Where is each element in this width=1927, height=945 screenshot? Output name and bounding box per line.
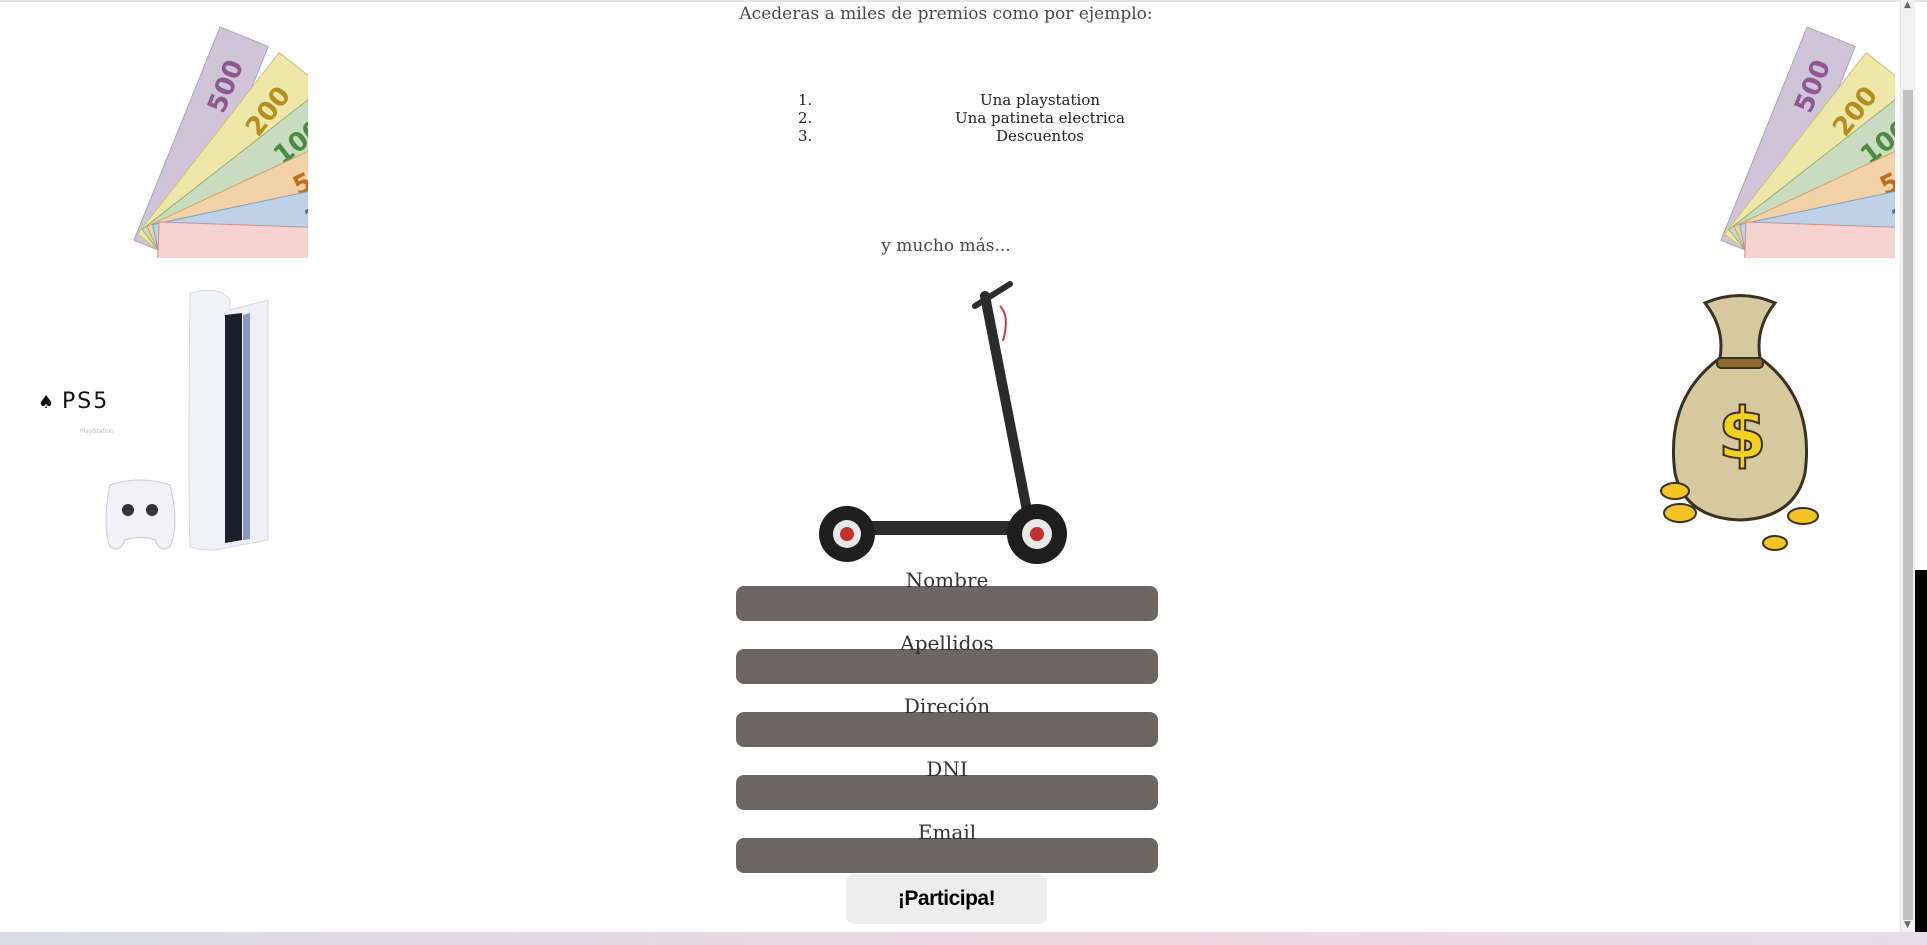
field-label-nombre: Nombre (905, 568, 989, 592)
field-label-email: Email (917, 820, 977, 844)
list-number: 2. (798, 109, 813, 127)
list-label: Una playstation (979, 91, 1100, 109)
list-item: 1. Una playstation (780, 91, 1300, 109)
scroll-down-icon[interactable]: ▼ (1904, 920, 1911, 930)
prize-list: 1. Una playstation 2. Una patineta elect… (780, 91, 1300, 145)
scroll-up-icon[interactable]: ▲ (1904, 0, 1911, 10)
more-text: y mucho más... (881, 236, 1011, 256)
list-number: 3. (798, 127, 813, 145)
electric-scooter-icon (819, 281, 1067, 564)
svg-text:$: $ (1718, 393, 1767, 475)
field-label-apellidos: Apellidos (900, 631, 994, 655)
list-number: 1. (798, 91, 813, 109)
field-label-dni: DNI (926, 757, 968, 781)
taskbar (0, 932, 1927, 945)
list-item: 2. Una patineta electrica (780, 109, 1300, 127)
page-scrollbar[interactable]: ▲ ▼ (1900, 0, 1915, 932)
list-label: Una patineta electrica (955, 109, 1125, 127)
svg-text:PlayStation: PlayStation (80, 428, 114, 435)
list-item: 3. Descuentos (780, 127, 1300, 145)
ps5-console-icon: ♠ PS5 PlayStation (38, 289, 269, 551)
list-label: Descuentos (996, 127, 1084, 145)
window-edge (1915, 570, 1927, 932)
field-label-direccion: Direción (903, 694, 991, 718)
ps5-logo-text: PS5 (62, 389, 109, 414)
money-bag-icon: $ (1660, 294, 1819, 551)
participate-button[interactable]: ¡Participa! (846, 874, 1047, 924)
registration-form: Nombre Apellidos Direción DNI Email (736, 568, 1158, 883)
svg-text:♠: ♠ (38, 392, 54, 413)
scrollbar-thumb[interactable] (1903, 90, 1913, 920)
euro-banknotes-icon: 500 200 100 50 20 10 (1720, 26, 1895, 258)
euro-banknotes-icon: 500 200 100 50 20 10 (133, 26, 308, 258)
